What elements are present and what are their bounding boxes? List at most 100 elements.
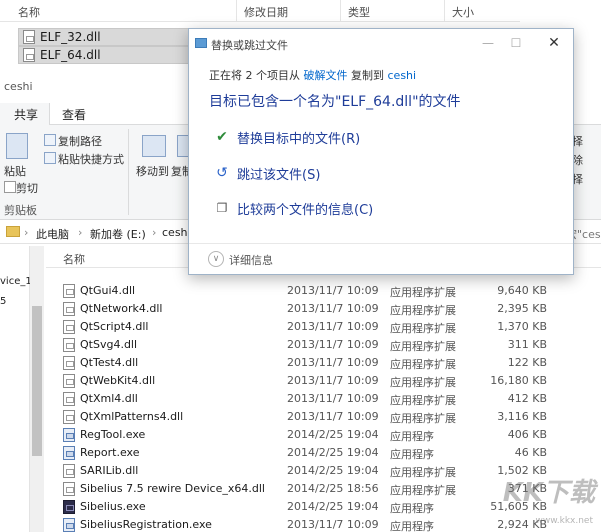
scrollbar-thumb[interactable]	[32, 306, 42, 456]
replace-option[interactable]: ✔ 替换目标中的文件(R)	[213, 125, 360, 149]
replace-option-label: 替换目标中的文件(R)	[237, 131, 361, 147]
source-file-item[interactable]: ELF_64.dll	[18, 46, 206, 64]
file-type: 应用程序扩展	[390, 340, 456, 353]
file-type: 应用程序扩展	[390, 358, 456, 371]
file-date: 2013/11/7 10:09	[287, 392, 379, 405]
file-name: QtGui4.dll	[80, 284, 136, 297]
maximize-icon[interactable]: ☐	[507, 34, 525, 52]
file-type: 应用程序扩展	[390, 322, 456, 335]
compare-files-icon: ❐	[216, 201, 228, 215]
breadcrumb-ceshi[interactable]: ceshi	[162, 226, 191, 239]
sibelius-app-icon	[63, 500, 75, 514]
file-type: 应用程序	[390, 502, 434, 515]
dll-file-icon	[23, 48, 35, 62]
table-row[interactable]: QtXmlPatterns4.dll 2013/11/7 10:09 应用程序扩展 3…	[46, 408, 601, 426]
check-icon: ✔	[216, 129, 228, 145]
file-size: 406 KB	[507, 428, 547, 441]
exe-file-icon	[63, 446, 75, 460]
source-file-item[interactable]: ELF_32.dll	[18, 28, 206, 46]
watermark-url: www.kkx.net	[535, 516, 594, 526]
close-icon[interactable]: ✕	[545, 34, 563, 52]
paste-shortcut-icon	[44, 152, 56, 164]
exe-file-icon	[63, 518, 75, 532]
file-date: 2013/11/7 10:09	[287, 338, 379, 351]
chevron-right-icon: ›	[78, 226, 83, 239]
move-to-icon	[142, 135, 166, 157]
file-type: 应用程序扩展	[390, 376, 456, 389]
details-toggle[interactable]: 详细信息	[229, 252, 273, 268]
file-name: Report.exe	[80, 446, 140, 459]
file-size: 9,640 KB	[497, 284, 547, 297]
skip-option[interactable]: ↺ 跳过该文件(S)	[213, 161, 320, 185]
table-row[interactable]: QtWebKit4.dll 2013/11/7 10:09 应用程序扩展 16,180…	[46, 372, 601, 390]
source-file-name: ELF_64.dll	[40, 48, 101, 62]
column-name[interactable]: 名称	[18, 4, 40, 20]
skip-option-label: 跳过该文件(S)	[237, 167, 321, 183]
file-name: QtScript4.dll	[80, 320, 149, 333]
file-type: 应用程序扩展	[390, 394, 456, 407]
dll-file-icon	[23, 30, 35, 44]
folder-icon	[6, 226, 20, 237]
destination-folder-link[interactable]: ceshi	[388, 69, 417, 82]
table-row[interactable]: QtTest4.dll 2013/11/7 10:09 应用程序扩展 122 KB	[46, 354, 601, 372]
watermark-text: KK下载	[502, 478, 595, 508]
nav-item[interactable]: 5	[0, 296, 6, 307]
vertical-scrollbar[interactable]	[30, 246, 44, 532]
tab-share[interactable]: 共享	[14, 106, 38, 123]
breadcrumb-drive[interactable]: 新加卷 (E:)	[90, 226, 146, 242]
chevron-right-icon: ›	[152, 226, 157, 239]
table-row[interactable]: QtXml4.dll 2013/11/7 10:09 应用程序扩展 412 KB	[46, 390, 601, 408]
source-folder-link[interactable]: 破解文件	[304, 69, 348, 82]
file-date: 2014/2/25 19:04	[287, 464, 379, 477]
file-type: 应用程序	[390, 430, 434, 443]
compare-option[interactable]: ❐ 比较两个文件的信息(C)	[213, 196, 374, 220]
source-file-name: ELF_32.dll	[40, 30, 101, 44]
move-to-button[interactable]: 移动到	[136, 163, 169, 179]
column-type[interactable]: 类型	[348, 4, 370, 20]
file-type: 应用程序扩展	[390, 466, 456, 479]
dll-file-icon	[63, 374, 75, 388]
table-row[interactable]: QtSvg4.dll 2013/11/7 10:09 应用程序扩展 311 KB	[46, 336, 601, 354]
minimize-icon[interactable]: —	[479, 34, 497, 52]
column-size[interactable]: 大小	[452, 4, 474, 20]
file-size: 311 KB	[507, 338, 547, 351]
table-row[interactable]: QtGui4.dll 2013/11/7 10:09 应用程序扩展 9,640 KB	[46, 282, 601, 300]
chevron-right-icon: ›	[24, 226, 29, 239]
copy-path-button[interactable]: 复制路径	[58, 133, 102, 149]
column-date[interactable]: 修改日期	[244, 4, 288, 20]
breadcrumb-this-pc[interactable]: 此电脑	[36, 226, 69, 242]
file-type: 应用程序	[390, 520, 434, 532]
copy-path-icon	[44, 134, 56, 146]
chevron-down-icon[interactable]: ∨	[208, 251, 224, 267]
file-date: 2014/2/25 18:56	[287, 482, 379, 495]
file-name: QtXml4.dll	[80, 392, 138, 405]
file-name: SARILib.dll	[80, 464, 139, 477]
paste-button[interactable]: 粘贴	[4, 163, 26, 179]
exe-file-icon	[63, 428, 75, 442]
ribbon-divider	[128, 129, 129, 215]
paste-shortcut-button[interactable]: 粘贴快捷方式	[58, 151, 124, 167]
file-date: 2013/11/7 10:09	[287, 518, 379, 531]
file-name: QtTest4.dll	[80, 356, 139, 369]
file-date: 2013/11/7 10:09	[287, 374, 379, 387]
file-date: 2013/11/7 10:09	[287, 284, 379, 297]
column-name[interactable]: 名称	[63, 251, 85, 267]
file-size: 122 KB	[507, 356, 547, 369]
info-mid: 复制到	[351, 69, 384, 82]
source-list-header: 名称 修改日期 类型 大小	[0, 0, 520, 22]
file-type: 应用程序扩展	[390, 484, 456, 497]
dll-file-icon	[63, 392, 75, 406]
file-name: Sibelius.exe	[80, 500, 146, 513]
file-name: QtWebKit4.dll	[80, 374, 156, 387]
table-row[interactable]: QtScript4.dll 2013/11/7 10:09 应用程序扩展 1,370 …	[46, 318, 601, 336]
file-size: 1,370 KB	[497, 320, 547, 333]
dll-file-icon	[63, 410, 75, 424]
table-row[interactable]: Report.exe 2014/2/25 19:04 应用程序 46 KB	[46, 444, 601, 462]
tab-view[interactable]: 查看	[62, 106, 86, 123]
dll-file-icon	[63, 464, 75, 478]
clipboard-group-label: 剪贴板	[4, 204, 37, 217]
table-row[interactable]: QtNetwork4.dll 2013/11/7 10:09 应用程序扩展 2,395…	[46, 300, 601, 318]
cut-button[interactable]: 剪切	[16, 180, 38, 196]
file-type: 应用程序	[390, 448, 434, 461]
table-row[interactable]: RegTool.exe 2014/2/25 19:04 应用程序 406 KB	[46, 426, 601, 444]
